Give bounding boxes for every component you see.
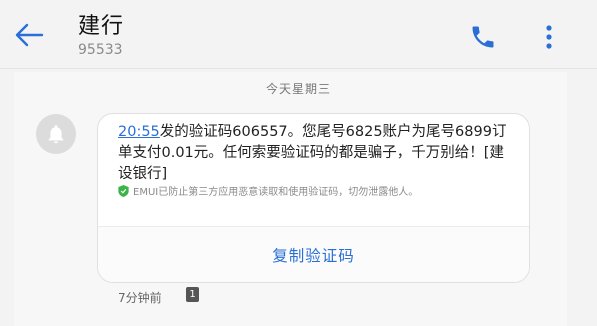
sim-card-badge: 1 [186,287,199,302]
sender-avatar [36,114,76,154]
message-text: 20:55发的验证码606557。您尾号6825账户为尾号6899订单支付0.0… [118,122,518,185]
phone-icon [472,26,494,48]
contact-name: 建行 [78,14,125,39]
shield-icon [118,185,129,197]
copy-code-button[interactable]: 复制验证码 [98,227,529,282]
more-options-button[interactable] [534,20,564,54]
header-divider [0,68,597,69]
message-bubble: 20:55发的验证码606557。您尾号6825账户为尾号6899订单支付0.0… [97,113,530,283]
date-separator: 今天星期三 [265,82,331,96]
bell-icon [48,125,64,144]
contact-number: 95533 [78,42,123,58]
message-time-link[interactable]: 20:55 [118,124,160,140]
message-body: 发的验证码606557。您尾号6825账户为尾号6899订单支付0.01元。任何… [118,124,507,182]
call-button[interactable] [466,20,500,54]
more-vertical-icon [546,25,552,49]
message-relative-time: 7分钟前 [118,291,162,305]
verification-notice: EMUI已防止第三方应用恶意读取和使用验证码，切勿泄露他人。 [118,185,498,199]
notice-text: EMUI已防止第三方应用恶意读取和使用验证码，切勿泄露他人。 [133,187,419,198]
back-button[interactable] [12,20,46,50]
arrow-left-icon [15,23,44,47]
app-header: 建行 95533 [0,0,597,64]
